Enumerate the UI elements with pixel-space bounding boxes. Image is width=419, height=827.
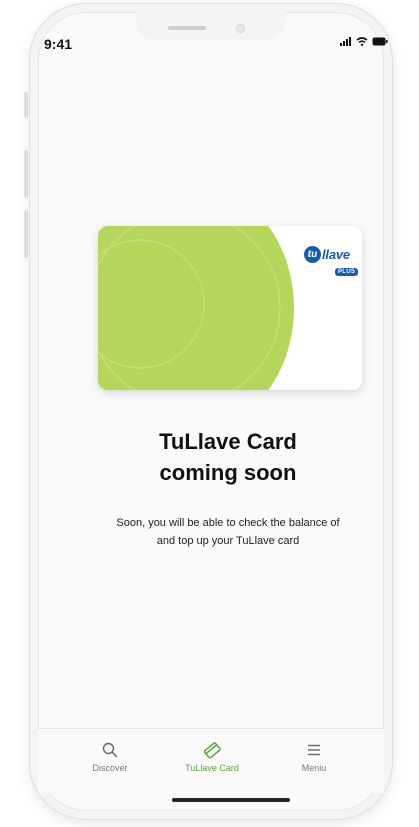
- title-line-2: coming soon: [159, 460, 297, 485]
- volume-down-button: [24, 210, 28, 258]
- notch: [136, 12, 286, 40]
- nav-item-discover[interactable]: Discover: [60, 739, 160, 773]
- tullave-logo-text: llave: [322, 247, 350, 262]
- nav-label-discover: Discover: [92, 763, 128, 773]
- signal-icon: [340, 37, 351, 46]
- wifi-icon: [356, 37, 368, 46]
- nav-label-tullave-card: TuLlave Card: [185, 763, 239, 773]
- phone-frame: [30, 4, 392, 819]
- card-icon: [203, 742, 221, 759]
- bottom-nav: Discover TuLlave Card Meniu: [38, 728, 384, 793]
- tullave-logo-badge: tu: [304, 246, 321, 263]
- page-title: TuLlave Card coming soon: [60, 426, 396, 488]
- plus-badge: PLUS: [335, 268, 359, 276]
- speaker: [168, 26, 206, 30]
- description: Soon, you will be able to check the bala…: [60, 514, 396, 550]
- description-line-2: and top up your TuLlave card: [156, 535, 300, 547]
- mute-switch: [24, 92, 28, 118]
- nav-label-menu: Meniu: [301, 763, 327, 773]
- nav-item-tullave-card[interactable]: TuLlave Card: [162, 739, 262, 773]
- description-line-1: Soon, you will be able to check the bala…: [116, 517, 340, 529]
- home-indicator[interactable]: [172, 798, 290, 802]
- page: 9:41 tu llave PLUS TuLlave Card coming s…: [0, 0, 419, 827]
- status-time: 9:41: [44, 36, 73, 52]
- tullave-logo: tu llave: [304, 246, 350, 263]
- nav-item-menu[interactable]: Meniu: [264, 739, 364, 773]
- camera: [236, 24, 245, 33]
- title-line-1: TuLlave Card: [159, 429, 297, 454]
- status-icons: [340, 37, 388, 46]
- search-icon: [102, 742, 118, 758]
- phone-screen: [38, 12, 384, 811]
- battery-icon: [372, 37, 388, 46]
- volume-up-button: [24, 150, 28, 198]
- menu-icon: [308, 744, 320, 756]
